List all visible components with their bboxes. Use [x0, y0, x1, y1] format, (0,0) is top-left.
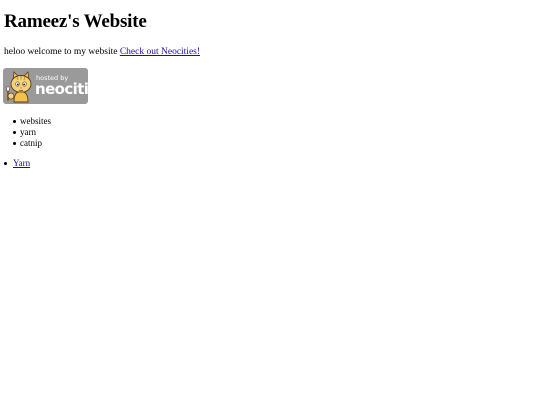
list-item: catnip: [13, 138, 51, 149]
bullet: [4, 162, 7, 165]
neocities-cat-icon: [5, 71, 32, 103]
list-item: websites: [13, 116, 51, 127]
bullet: [13, 131, 16, 134]
tag-label: yarn: [20, 127, 36, 137]
neocities-link[interactable]: Check out Neocities!: [120, 47, 200, 57]
bullet: [13, 120, 16, 123]
badge-neocities-text: neocities: [35, 80, 88, 98]
webpage: Rameez's Website heloo welcome to my web…: [0, 0, 540, 405]
tag-list: websites yarn catnip: [13, 116, 51, 149]
intro-paragraph: heloo welcome to my website Check out Ne…: [4, 47, 200, 57]
list-item: yarn: [13, 127, 51, 138]
intro-text: heloo welcome to my website: [4, 47, 120, 57]
nav-item: Yarn: [4, 158, 30, 169]
bullet: [13, 142, 16, 145]
hosted-by-neocities-badge[interactable]: hosted by neocities: [3, 68, 88, 104]
page-title: Rameez's Website: [4, 11, 147, 32]
nav-list: Yarn: [4, 158, 30, 169]
yarn-link[interactable]: Yarn: [13, 158, 30, 168]
tag-label: catnip: [20, 138, 42, 148]
tag-label: websites: [20, 116, 51, 126]
